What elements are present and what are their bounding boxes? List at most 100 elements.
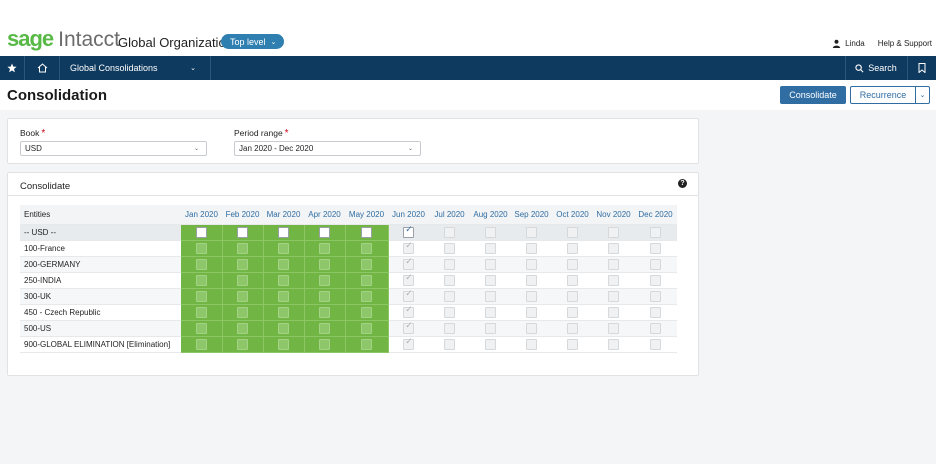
period-cell [552,224,593,241]
period-checkbox[interactable]: ✓ [403,223,415,238]
period-checkbox: ✓ [403,335,415,350]
period-cell [470,272,511,289]
month-column-header[interactable]: Aug 2020 [470,205,511,225]
period-checkbox [608,338,619,350]
period-cell [634,288,677,305]
period-checkbox: ✓ [403,304,415,318]
book-select[interactable]: USD ⌄ [20,141,207,156]
period-cell [222,288,264,305]
month-column-header[interactable]: Dec 2020 [634,205,677,225]
consolidate-button[interactable]: Consolidate [780,86,846,104]
period-cell [304,336,346,353]
month-column-header[interactable]: Sep 2020 [511,205,552,225]
period-checkbox [485,258,496,270]
module-menu[interactable]: Global Consolidations ⌄ [60,56,210,80]
home-button[interactable] [25,56,59,80]
month-column-header[interactable]: Feb 2020 [222,205,263,225]
period-checkbox [650,226,661,238]
period-cell [222,336,264,353]
period-cell [470,320,511,337]
entity-level-label: Top level [230,36,266,47]
entity-row: 900-GLOBAL ELIMINATION [Elimination] ✓ [20,335,677,353]
chevron-down-icon[interactable]: ⌄ [916,91,929,99]
help-support-link[interactable]: Help & Support [878,39,932,48]
chevron-down-icon: ⌄ [407,146,413,152]
period-range-select[interactable]: Jan 2020 - Dec 2020 ⌄ [234,141,421,156]
period-cell [593,224,634,241]
favorites-button[interactable] [0,56,24,80]
period-cell [511,288,552,305]
period-cell [263,304,305,321]
period-checkbox [608,274,619,286]
period-cell [429,240,470,257]
search-button[interactable]: Search [846,56,906,80]
period-checkbox [237,258,248,270]
period-checkbox [444,338,455,350]
month-column-header[interactable]: Jun 2020 [388,205,429,225]
period-cell [593,272,634,289]
period-cell [634,256,677,273]
user-name[interactable]: Linda [845,39,865,48]
period-checkbox: ✓ [403,240,415,254]
checkmark-icon: ✓ [405,335,413,346]
entity-name: 200-GERMANY [20,256,181,273]
period-checkbox [526,226,537,238]
sage-intacct-logo[interactable]: sage Intacct [7,28,120,51]
period-checkbox[interactable] [319,226,330,238]
month-column-header[interactable]: Nov 2020 [593,205,634,225]
month-column-header[interactable]: Oct 2020 [552,205,593,225]
period-checkbox [444,290,455,302]
period-checkbox: ✓ [403,320,415,334]
period-cell [181,224,223,241]
period-checkbox [650,274,661,286]
period-cell [181,304,223,321]
period-cell [263,320,305,337]
entity-name: 100-France [20,240,181,257]
consolidate-section-title: Consolidate [20,181,71,192]
period-checkbox [526,322,537,334]
period-checkbox [278,306,289,318]
period-checkbox[interactable] [361,226,372,238]
period-cell [345,320,389,337]
period-cell [470,224,511,241]
checkmark-icon: ✓ [405,271,413,282]
entity-name: -- USD -- [20,224,181,241]
checkmark-icon: ✓ [405,223,413,234]
period-checkbox[interactable] [195,226,207,238]
month-column-header[interactable]: Jan 2020 [181,205,222,225]
period-checkbox [278,322,289,334]
recurrence-label[interactable]: Recurrence [851,87,916,103]
book-label-text: Book [20,128,40,138]
month-column-header[interactable]: Jul 2020 [429,205,470,225]
chevron-down-icon: ⌄ [193,146,199,152]
help-icon[interactable]: ? [678,179,687,188]
bookmark-button[interactable] [908,56,936,80]
period-checkbox [650,322,661,334]
chevron-down-icon: ⌄ [270,38,277,46]
period-checkbox [195,306,207,318]
entity-name: 250-INDIA [20,272,181,289]
entity-level-selector[interactable]: Top level ⌄ [221,34,284,49]
entities-column-header: Entities [20,205,181,225]
period-cell [593,304,634,321]
period-checkbox [650,338,661,350]
period-checkbox[interactable] [278,226,289,238]
period-checkbox [444,258,455,270]
month-column-header[interactable]: May 2020 [345,205,388,225]
period-checkbox [444,322,455,334]
period-checkbox [195,338,207,350]
period-cell [304,320,346,337]
month-column-header[interactable]: Apr 2020 [304,205,345,225]
star-icon [7,63,17,73]
period-cell [552,256,593,273]
month-column-header[interactable]: Mar 2020 [263,205,304,225]
search-icon [855,63,864,72]
period-checkbox [567,338,578,350]
book-select-value: USD [25,144,42,153]
recurrence-button[interactable]: Recurrence ⌄ [850,86,930,104]
period-cell [263,256,305,273]
period-checkbox [195,290,207,302]
period-range-value: Jan 2020 - Dec 2020 [239,144,314,153]
period-checkbox[interactable] [237,226,248,238]
period-cell [511,256,552,273]
